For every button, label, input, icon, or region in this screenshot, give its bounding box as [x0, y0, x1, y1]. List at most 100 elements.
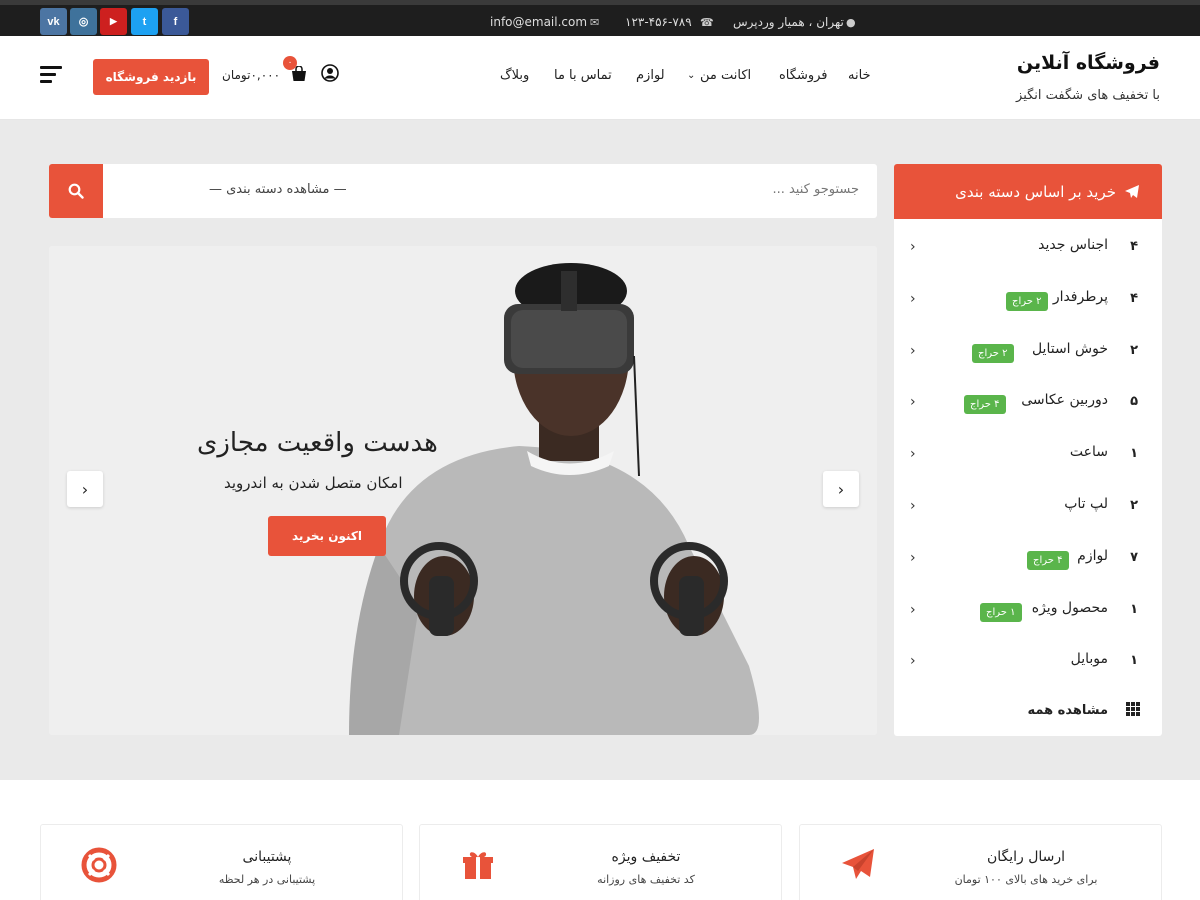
paper-plane-icon — [1125, 184, 1139, 198]
sale-badge: ۴ حراج — [1027, 550, 1069, 570]
category-name[interactable]: ساعت — [1070, 444, 1108, 460]
search-button[interactable] — [49, 164, 103, 218]
top-bar: vk ◎ ▶ t f info@email.com ✉ ۱۲۳-۴۵۶-۷۸۹ … — [0, 0, 1200, 36]
envelope-icon: ✉ — [590, 16, 600, 29]
category-count: ۱ — [1130, 653, 1138, 669]
chevron-right-icon: › — [910, 342, 916, 359]
hero-section: — مشاهده دسته بندی — جستوجو کنید ... هدس… — [0, 120, 1200, 780]
buy-now-button[interactable]: اکنون بخرید — [268, 516, 386, 556]
category-name[interactable]: دوربین عکاسی — [1021, 392, 1108, 408]
nav-shop[interactable]: فروشگاه — [779, 68, 828, 83]
sale-badge: ۲ حراج — [972, 343, 1014, 363]
feature-special-discount: تخفیف ویژه کد تخفیف های روزانه — [419, 824, 782, 900]
category-count: ۱ — [1130, 446, 1138, 462]
nav-account[interactable]: اکانت من — [700, 68, 751, 83]
category-name[interactable]: پرطرفدار — [1053, 289, 1108, 305]
category-name[interactable]: موبایل — [1071, 651, 1108, 667]
category-item-laptop[interactable]: ۲ لپ تاپ › — [894, 482, 1162, 534]
chevron-right-icon: › — [910, 497, 916, 514]
twitter-icon[interactable]: t — [131, 8, 158, 35]
nav-contact[interactable]: تماس با ما — [554, 68, 612, 83]
slide-title: هدست واقعیت مجازی — [197, 428, 438, 458]
chevron-right-icon: › — [910, 601, 916, 618]
site-header: فروشگاه آنلاین با تخفیف های شگفت انگیز خ… — [0, 36, 1200, 120]
feature-subtitle: برای خرید های بالای ۱۰۰ تومان — [954, 873, 1098, 886]
search-input[interactable]: جستوجو کنید ... — [772, 182, 859, 197]
category-name[interactable]: اجناس جدید — [1038, 237, 1108, 253]
chevron-right-icon: › — [910, 290, 916, 307]
sale-badge: ۱ حراج — [980, 602, 1022, 622]
category-count: ۲ — [1130, 497, 1138, 513]
youtube-icon[interactable]: ▶ — [100, 8, 127, 35]
cart-price[interactable]: ۰,۰۰۰تومان — [222, 68, 280, 82]
category-item-mobile[interactable]: ۱ موبایل › — [894, 637, 1162, 689]
category-name[interactable]: خوش استایل — [1032, 341, 1108, 357]
phone-icon: ☎ — [700, 16, 714, 29]
category-count: ۴ — [1130, 290, 1138, 306]
search-icon — [68, 183, 84, 199]
user-icon[interactable] — [321, 64, 339, 82]
category-item-watch[interactable]: ۱ ساعت › — [894, 430, 1162, 482]
category-name[interactable]: محصول ویژه — [1032, 600, 1108, 616]
category-item-accessories[interactable]: ۷ لوازم ۴ حراج › — [894, 534, 1162, 586]
slide-subtitle: امکان متصل شدن به اندروید — [224, 474, 403, 492]
chevron-right-icon: › — [81, 479, 89, 499]
email-text[interactable]: info@email.com — [490, 10, 587, 34]
chevron-right-icon: › — [910, 653, 916, 670]
chevron-right-icon: › — [910, 549, 916, 566]
map-pin-icon: ● — [846, 16, 856, 29]
menu-icon[interactable] — [40, 66, 62, 83]
chevron-right-icon: › — [837, 479, 845, 499]
hero-slider: هدست واقعیت مجازی امکان متصل شدن به اندر… — [49, 246, 877, 735]
features-section: ارسال رایگان برای خرید های بالای ۱۰۰ توم… — [0, 780, 1200, 900]
site-title[interactable]: فروشگاه آنلاین — [1017, 52, 1160, 74]
category-panel: خرید بر اساس دسته بندی ۴ اجناس جدید › ۴ … — [894, 164, 1162, 736]
chevron-right-icon: › — [910, 394, 916, 411]
vk-icon[interactable]: vk — [40, 8, 67, 35]
instagram-icon[interactable]: ◎ — [70, 8, 97, 35]
chevron-right-icon: › — [910, 446, 916, 463]
feature-title: تخفیف ویژه — [611, 849, 681, 865]
lifebuoy-icon — [81, 847, 117, 883]
nav-blog[interactable]: وبلاگ — [500, 68, 529, 83]
category-item-new[interactable]: ۴ اجناس جدید › — [894, 223, 1162, 275]
paper-plane-icon — [842, 849, 874, 879]
feature-subtitle: کد تخفیف های روزانه — [597, 873, 695, 886]
address-text: تهران ، همیار وردپرس — [733, 15, 844, 29]
slider-next-arrow[interactable]: › — [67, 471, 103, 507]
category-item-featured[interactable]: ۱ محصول ویژه ۱ حراج › — [894, 586, 1162, 638]
nav-home[interactable]: خانه — [848, 68, 871, 83]
category-count: ۴ — [1130, 239, 1138, 254]
chevron-right-icon: › — [910, 239, 916, 255]
slider-prev-arrow[interactable]: › — [823, 471, 859, 507]
category-item-stylish[interactable]: ۲ خوش استایل ۲ حراج › — [894, 327, 1162, 379]
feature-support: پشتیبانی پشتیبانی در هر لحظه — [40, 824, 403, 900]
category-item-camera[interactable]: ۵ دوربین عکاسی ۴ حراج › — [894, 378, 1162, 430]
feature-title: پشتیبانی — [242, 849, 292, 865]
category-count: ۷ — [1130, 549, 1138, 565]
category-heading: خرید بر اساس دسته بندی — [955, 182, 1116, 201]
visit-shop-button[interactable]: بازدید فروشگاه — [93, 59, 209, 95]
category-name[interactable]: لوازم — [1077, 548, 1108, 564]
hero-image — [49, 246, 877, 735]
category-select[interactable]: — مشاهده دسته بندی — — [209, 182, 347, 197]
feature-subtitle: پشتیبانی در هر لحظه — [218, 873, 316, 886]
category-panel-header: خرید بر اساس دسته بندی — [894, 164, 1162, 219]
view-all-link[interactable]: مشاهده همه — [1028, 703, 1109, 718]
feature-title: ارسال رایگان — [986, 849, 1066, 865]
category-item-popular[interactable]: ۴ پرطرفدار ۲ حراج › — [894, 275, 1162, 327]
sale-badge: ۲ حراج — [1006, 291, 1048, 311]
nav-accessories[interactable]: لوازم — [636, 68, 665, 83]
phone-text: ۱۲۳-۴۵۶-۷۸۹ — [625, 15, 692, 29]
search-bar: — مشاهده دسته بندی — جستوجو کنید ... — [49, 164, 877, 218]
category-count: ۱ — [1130, 601, 1138, 617]
facebook-icon[interactable]: f — [162, 8, 189, 35]
category-name[interactable]: لپ تاپ — [1064, 496, 1108, 512]
category-count: ۲ — [1130, 342, 1138, 358]
cart-count-badge: ۰ — [283, 56, 297, 70]
site-tagline: با تخفیف های شگفت انگیز — [1016, 88, 1160, 103]
chevron-down-icon: ⌄ — [687, 70, 696, 81]
category-list: ۴ اجناس جدید › ۴ پرطرفدار ۲ حراج › ۲ خوش… — [894, 219, 1162, 689]
sale-badge: ۴ حراج — [964, 395, 1006, 415]
feature-free-shipping: ارسال رایگان برای خرید های بالای ۱۰۰ توم… — [799, 824, 1162, 900]
